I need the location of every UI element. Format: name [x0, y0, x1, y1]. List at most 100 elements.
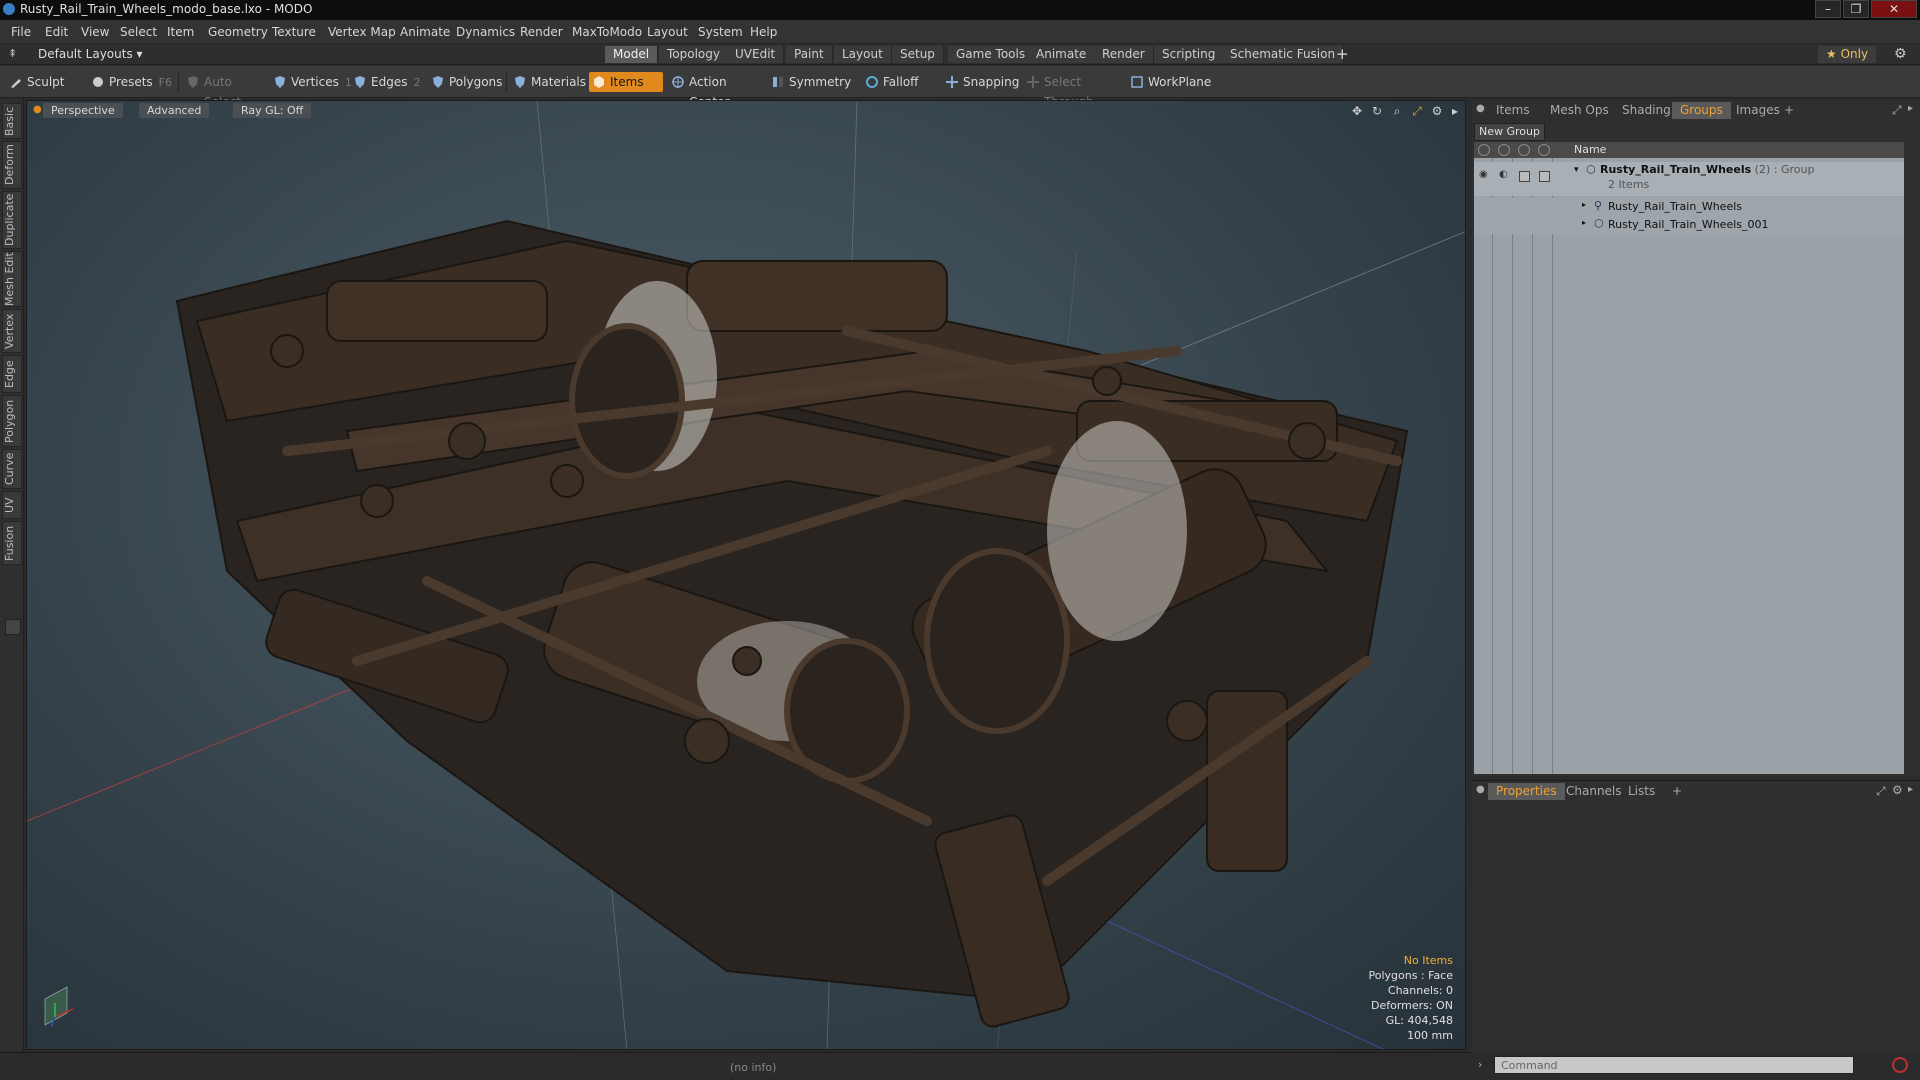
- menu-file[interactable]: File: [11, 25, 31, 39]
- viewport-expand-arrow-icon[interactable]: ▸: [1448, 104, 1462, 118]
- tab-channels[interactable]: Channels: [1558, 783, 1630, 800]
- tab-model[interactable]: Model: [605, 46, 659, 63]
- tab-scripting[interactable]: Scripting: [1154, 46, 1225, 63]
- menu-vertex-map[interactable]: Vertex Map: [328, 25, 396, 39]
- menu-texture[interactable]: Texture: [272, 25, 316, 39]
- minimize-button[interactable]: –: [1815, 0, 1841, 18]
- items-button[interactable]: Items: [589, 72, 663, 92]
- render-column-icon[interactable]: [1498, 144, 1510, 156]
- menu-help[interactable]: Help: [750, 25, 777, 39]
- visibility-column-icon[interactable]: [1478, 144, 1490, 156]
- auto-select-button[interactable]: Auto Select: [183, 72, 269, 109]
- only-toggle[interactable]: ★ Only: [1818, 46, 1877, 63]
- menu-edit[interactable]: Edit: [45, 25, 68, 39]
- tab-lists[interactable]: Lists: [1620, 783, 1663, 800]
- tab-mesh-ops[interactable]: Mesh Ops: [1542, 102, 1617, 119]
- tab-layout[interactable]: Layout: [834, 46, 892, 63]
- rotate-icon[interactable]: ↻: [1370, 104, 1384, 118]
- tab-game-tools[interactable]: Game Tools: [948, 46, 1035, 63]
- tab-animate[interactable]: Animate: [1028, 46, 1096, 63]
- group-list-scrollbar[interactable]: [1908, 142, 1918, 774]
- tab-groups[interactable]: Groups: [1672, 102, 1731, 119]
- symmetry-button[interactable]: Symmetry: [768, 72, 851, 92]
- panel-gear-icon[interactable]: ⚙: [1892, 783, 1903, 797]
- select-checkbox[interactable]: [1539, 171, 1550, 182]
- tab-properties[interactable]: Properties: [1488, 783, 1565, 800]
- menu-select[interactable]: Select: [120, 25, 157, 39]
- tab-deform[interactable]: Deform: [2, 141, 22, 189]
- tab-expand-button[interactable]: [5, 619, 21, 635]
- menu-layout[interactable]: Layout: [647, 25, 688, 39]
- snapping-button[interactable]: Snapping: [942, 72, 1024, 92]
- menu-item[interactable]: Item: [167, 25, 194, 39]
- add-layout-icon[interactable]: +: [1336, 45, 1349, 63]
- command-stop-icon[interactable]: [1892, 1057, 1908, 1073]
- tab-paint[interactable]: Paint: [786, 46, 833, 63]
- expand-arrow-icon[interactable]: ▾: [1574, 165, 1579, 175]
- menu-render[interactable]: Render: [520, 25, 563, 39]
- gear-icon[interactable]: ⚙: [1894, 46, 1907, 62]
- polygons-button[interactable]: Polygons: [428, 72, 504, 92]
- workplane-button[interactable]: WorkPlane: [1127, 72, 1211, 92]
- maximize-viewport-icon[interactable]: ⤢: [1410, 104, 1424, 118]
- tab-schematic-fusion[interactable]: Schematic Fusion: [1222, 46, 1345, 63]
- viewport-menu-dot[interactable]: ●: [33, 104, 42, 115]
- maximize-button[interactable]: ❐: [1843, 0, 1869, 18]
- menu-system[interactable]: System: [698, 25, 743, 39]
- render-icon[interactable]: ◐: [1499, 169, 1508, 180]
- tab-topology[interactable]: Topology: [659, 46, 729, 63]
- lock-checkbox[interactable]: [1519, 171, 1530, 182]
- menu-geometry[interactable]: Geometry: [208, 25, 268, 39]
- tab-polygon[interactable]: Polygon: [2, 395, 22, 447]
- tab-edge[interactable]: Edge: [2, 355, 22, 393]
- visibility-eye-icon[interactable]: ◉: [1479, 169, 1488, 180]
- action-center-button[interactable]: Action Center: [668, 72, 760, 109]
- materials-button[interactable]: Materials: [510, 72, 586, 92]
- viewport-settings-icon[interactable]: ⚙: [1430, 104, 1444, 118]
- sculpt-button[interactable]: Sculpt: [6, 72, 82, 92]
- tab-uvedit[interactable]: UVEdit: [727, 46, 785, 63]
- add-tab-icon[interactable]: +: [1664, 783, 1690, 800]
- command-input[interactable]: Command: [1494, 1056, 1854, 1074]
- select-through-button[interactable]: Select Through: [1023, 72, 1121, 109]
- menu-dynamics[interactable]: Dynamics: [456, 25, 515, 39]
- list-item[interactable]: ▸ ⚲ Rusty_Rail_Train_Wheels: [1474, 198, 1904, 216]
- tab-shading[interactable]: Shading: [1614, 102, 1679, 119]
- default-layouts-dropdown[interactable]: Default Layouts ▾: [38, 47, 143, 61]
- tab-duplicate[interactable]: Duplicate: [2, 191, 22, 249]
- zoom-icon[interactable]: ⌕: [1390, 104, 1404, 118]
- panel-expand-icon[interactable]: ⤢: [1892, 103, 1902, 118]
- tab-items[interactable]: Items: [1488, 102, 1538, 119]
- panel-menu-dot[interactable]: ●: [1476, 103, 1485, 114]
- panel-arrow-icon[interactable]: ▸: [1908, 784, 1913, 795]
- menu-maxtomodo[interactable]: MaxToModo: [572, 25, 642, 39]
- tab-uv[interactable]: UV: [2, 491, 22, 519]
- tab-setup[interactable]: Setup: [892, 46, 944, 63]
- tab-render[interactable]: Render: [1094, 46, 1154, 63]
- lock-column-icon[interactable]: [1518, 144, 1530, 156]
- panel-arrow-icon[interactable]: ▸: [1908, 103, 1913, 114]
- scene-render[interactable]: [27, 101, 1466, 1050]
- layout-pin-icon[interactable]: ⇞: [8, 47, 17, 60]
- add-tab-icon[interactable]: +: [1776, 102, 1802, 119]
- list-item[interactable]: ▸ ⬡ Rusty_Rail_Train_Wheels_001: [1474, 216, 1904, 234]
- ray-gl-toggle[interactable]: Ray GL: Off: [233, 103, 312, 118]
- menu-animate[interactable]: Animate: [400, 25, 450, 39]
- advanced-dropdown[interactable]: Advanced: [139, 103, 210, 118]
- panel-expand-icon[interactable]: ⤢: [1876, 784, 1886, 799]
- group-row[interactable]: ◉ ◐ ▾ ⬡ Rusty_Rail_Train_Wheels (2) : Gr…: [1474, 162, 1904, 196]
- new-group-button[interactable]: New Group: [1474, 123, 1545, 141]
- pan-icon[interactable]: ✥: [1350, 104, 1364, 118]
- close-button[interactable]: ✕: [1871, 0, 1917, 18]
- tab-curve[interactable]: Curve: [2, 449, 22, 489]
- perspective-dropdown[interactable]: Perspective: [43, 103, 123, 118]
- tab-mesh-edit[interactable]: Mesh Edit: [2, 251, 22, 307]
- tab-basic[interactable]: Basic: [2, 103, 22, 139]
- tab-fusion[interactable]: Fusion: [2, 521, 22, 565]
- menu-view[interactable]: View: [81, 25, 109, 39]
- select-column-icon[interactable]: [1538, 144, 1550, 156]
- vertices-button[interactable]: Vertices 1: [270, 72, 352, 92]
- panel-menu-dot[interactable]: ●: [1476, 784, 1485, 795]
- edges-button[interactable]: Edges 2: [350, 72, 426, 92]
- 3d-viewport[interactable]: ● Perspective Advanced Ray GL: Off ✥ ↻ ⌕…: [26, 100, 1466, 1050]
